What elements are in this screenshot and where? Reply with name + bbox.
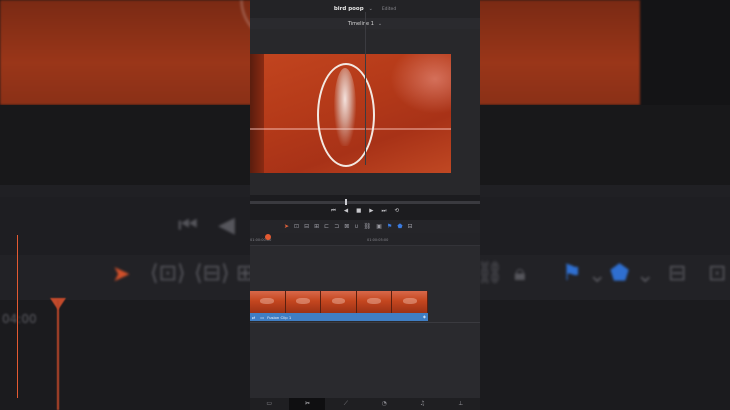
step-back-icon[interactable]: ◀	[344, 209, 348, 215]
project-name[interactable]: bird poop	[334, 6, 364, 12]
overwrite-icon[interactable]: ⊏	[324, 223, 329, 230]
cut-icon[interactable]: ✂	[289, 398, 326, 410]
clip-thumbnail	[285, 291, 322, 313]
loop-icon[interactable]: ⟲	[394, 209, 399, 215]
stop-icon[interactable]: ■	[356, 209, 361, 215]
background-marker-icon: ⬟	[610, 261, 630, 286]
background-timecode: 04:00	[2, 312, 37, 326]
fusion-clip[interactable]: ⇄ ▭ Fusion Clip 1 ◈	[250, 291, 428, 323]
background-chevron-icon: ⌄	[588, 263, 607, 288]
link-clip-icon: ⇄	[252, 314, 256, 320]
background-skip-start-icon: ⏮	[178, 213, 198, 238]
dynamic-trim-icon[interactable]: ⊟	[304, 223, 309, 230]
background-chevron-icon-2: ⌄	[636, 263, 655, 288]
magnet-icon[interactable]: ∪	[354, 223, 358, 230]
background-flag-icon: ⚑	[562, 261, 582, 286]
background-dynamic-trim-icon: ⟨⊟⟩	[194, 261, 230, 286]
background-zoom-icon: ⊟	[668, 261, 687, 286]
link-icon[interactable]: ⛓	[364, 223, 372, 230]
media-icon[interactable]: ▭	[251, 398, 287, 410]
blade-icon[interactable]: ⊞	[314, 223, 319, 230]
background-step-back-icon: ◀	[218, 213, 235, 238]
background-trim-icon: ⟨⊡⟩	[150, 261, 186, 286]
edit-toolbar: ➤ ⊡ ⊟ ⊞ ⊏ ⊐ ⊠ ∪ ⛓ ▣ ⚑ ⬟ ⊟	[250, 220, 480, 233]
clip-label-bar[interactable]: ⇄ ▭ Fusion Clip 1 ◈	[250, 313, 428, 321]
flag-icon[interactable]: ⚑	[387, 223, 392, 230]
lock-icon[interactable]: ▣	[376, 223, 382, 230]
fusion-clip-icon: ▭	[260, 314, 265, 320]
video-frame	[250, 54, 451, 173]
edited-status: Edited	[381, 6, 397, 12]
timeline-chevron-down-icon[interactable]: ⌄	[378, 21, 382, 27]
clip-fx-icon: ◈	[422, 314, 426, 319]
edit-icon[interactable]: ⟋	[328, 398, 364, 410]
background-zoom-icon-2: ⊡	[708, 261, 727, 286]
play-icon[interactable]: ▶	[369, 209, 373, 215]
color-icon[interactable]: ◔	[366, 398, 402, 410]
page-nav: ▭ ✂ ⟋ ◔ ♫ ⟂	[250, 398, 480, 410]
clip-thumbnail	[250, 291, 286, 313]
clip-thumbnails	[250, 291, 428, 313]
playhead[interactable]	[17, 235, 18, 398]
zoom-icon[interactable]: ⊟	[408, 223, 413, 230]
marker-icon[interactable]: ⬟	[397, 223, 402, 230]
background-select-arrow-icon: ➤	[112, 262, 131, 287]
playhead-handle[interactable]	[265, 234, 271, 240]
clip-name: Fusion Clip 1	[267, 314, 292, 320]
clip-thumbnail	[356, 291, 393, 313]
insert-icon[interactable]: ⊐	[334, 223, 339, 230]
background-lock-icon: 🔒︎	[514, 261, 526, 286]
audio-icon[interactable]: ♫	[404, 398, 440, 410]
timeline-gridline	[365, 12, 366, 165]
replace-icon[interactable]: ⊠	[344, 223, 349, 230]
clip-thumbnail	[321, 291, 357, 313]
scrub-bar[interactable]	[250, 201, 480, 204]
transport-controls: ⏮ ◀ ■ ▶ ⏭ ⟲	[250, 205, 480, 219]
skip-to-start-icon[interactable]: ⏮	[331, 209, 336, 215]
track-divider	[250, 322, 480, 323]
timeline-name[interactable]: Timeline 1	[348, 21, 374, 27]
skip-to-end-icon[interactable]: ⏭	[382, 209, 387, 215]
clip-thumbnail	[392, 291, 428, 313]
ruler-timecode-mid: 01:00:05:00	[367, 238, 389, 242]
editor-panel: bird poop ⌄ Edited Timeline 1 ⌄ ⏮ ◀ ■ ▶ …	[250, 0, 480, 410]
deliver-icon[interactable]: ⟂	[443, 398, 479, 410]
select-arrow-icon[interactable]: ➤	[284, 223, 289, 230]
timeline-ruler[interactable]: 01:00:00:00 01:00:05:00	[250, 233, 480, 246]
background-link-icon: ⛓	[476, 261, 504, 286]
project-chevron-down-icon[interactable]: ⌄	[369, 6, 373, 12]
trim-icon[interactable]: ⊡	[294, 223, 299, 230]
background-playhead	[57, 300, 59, 410]
